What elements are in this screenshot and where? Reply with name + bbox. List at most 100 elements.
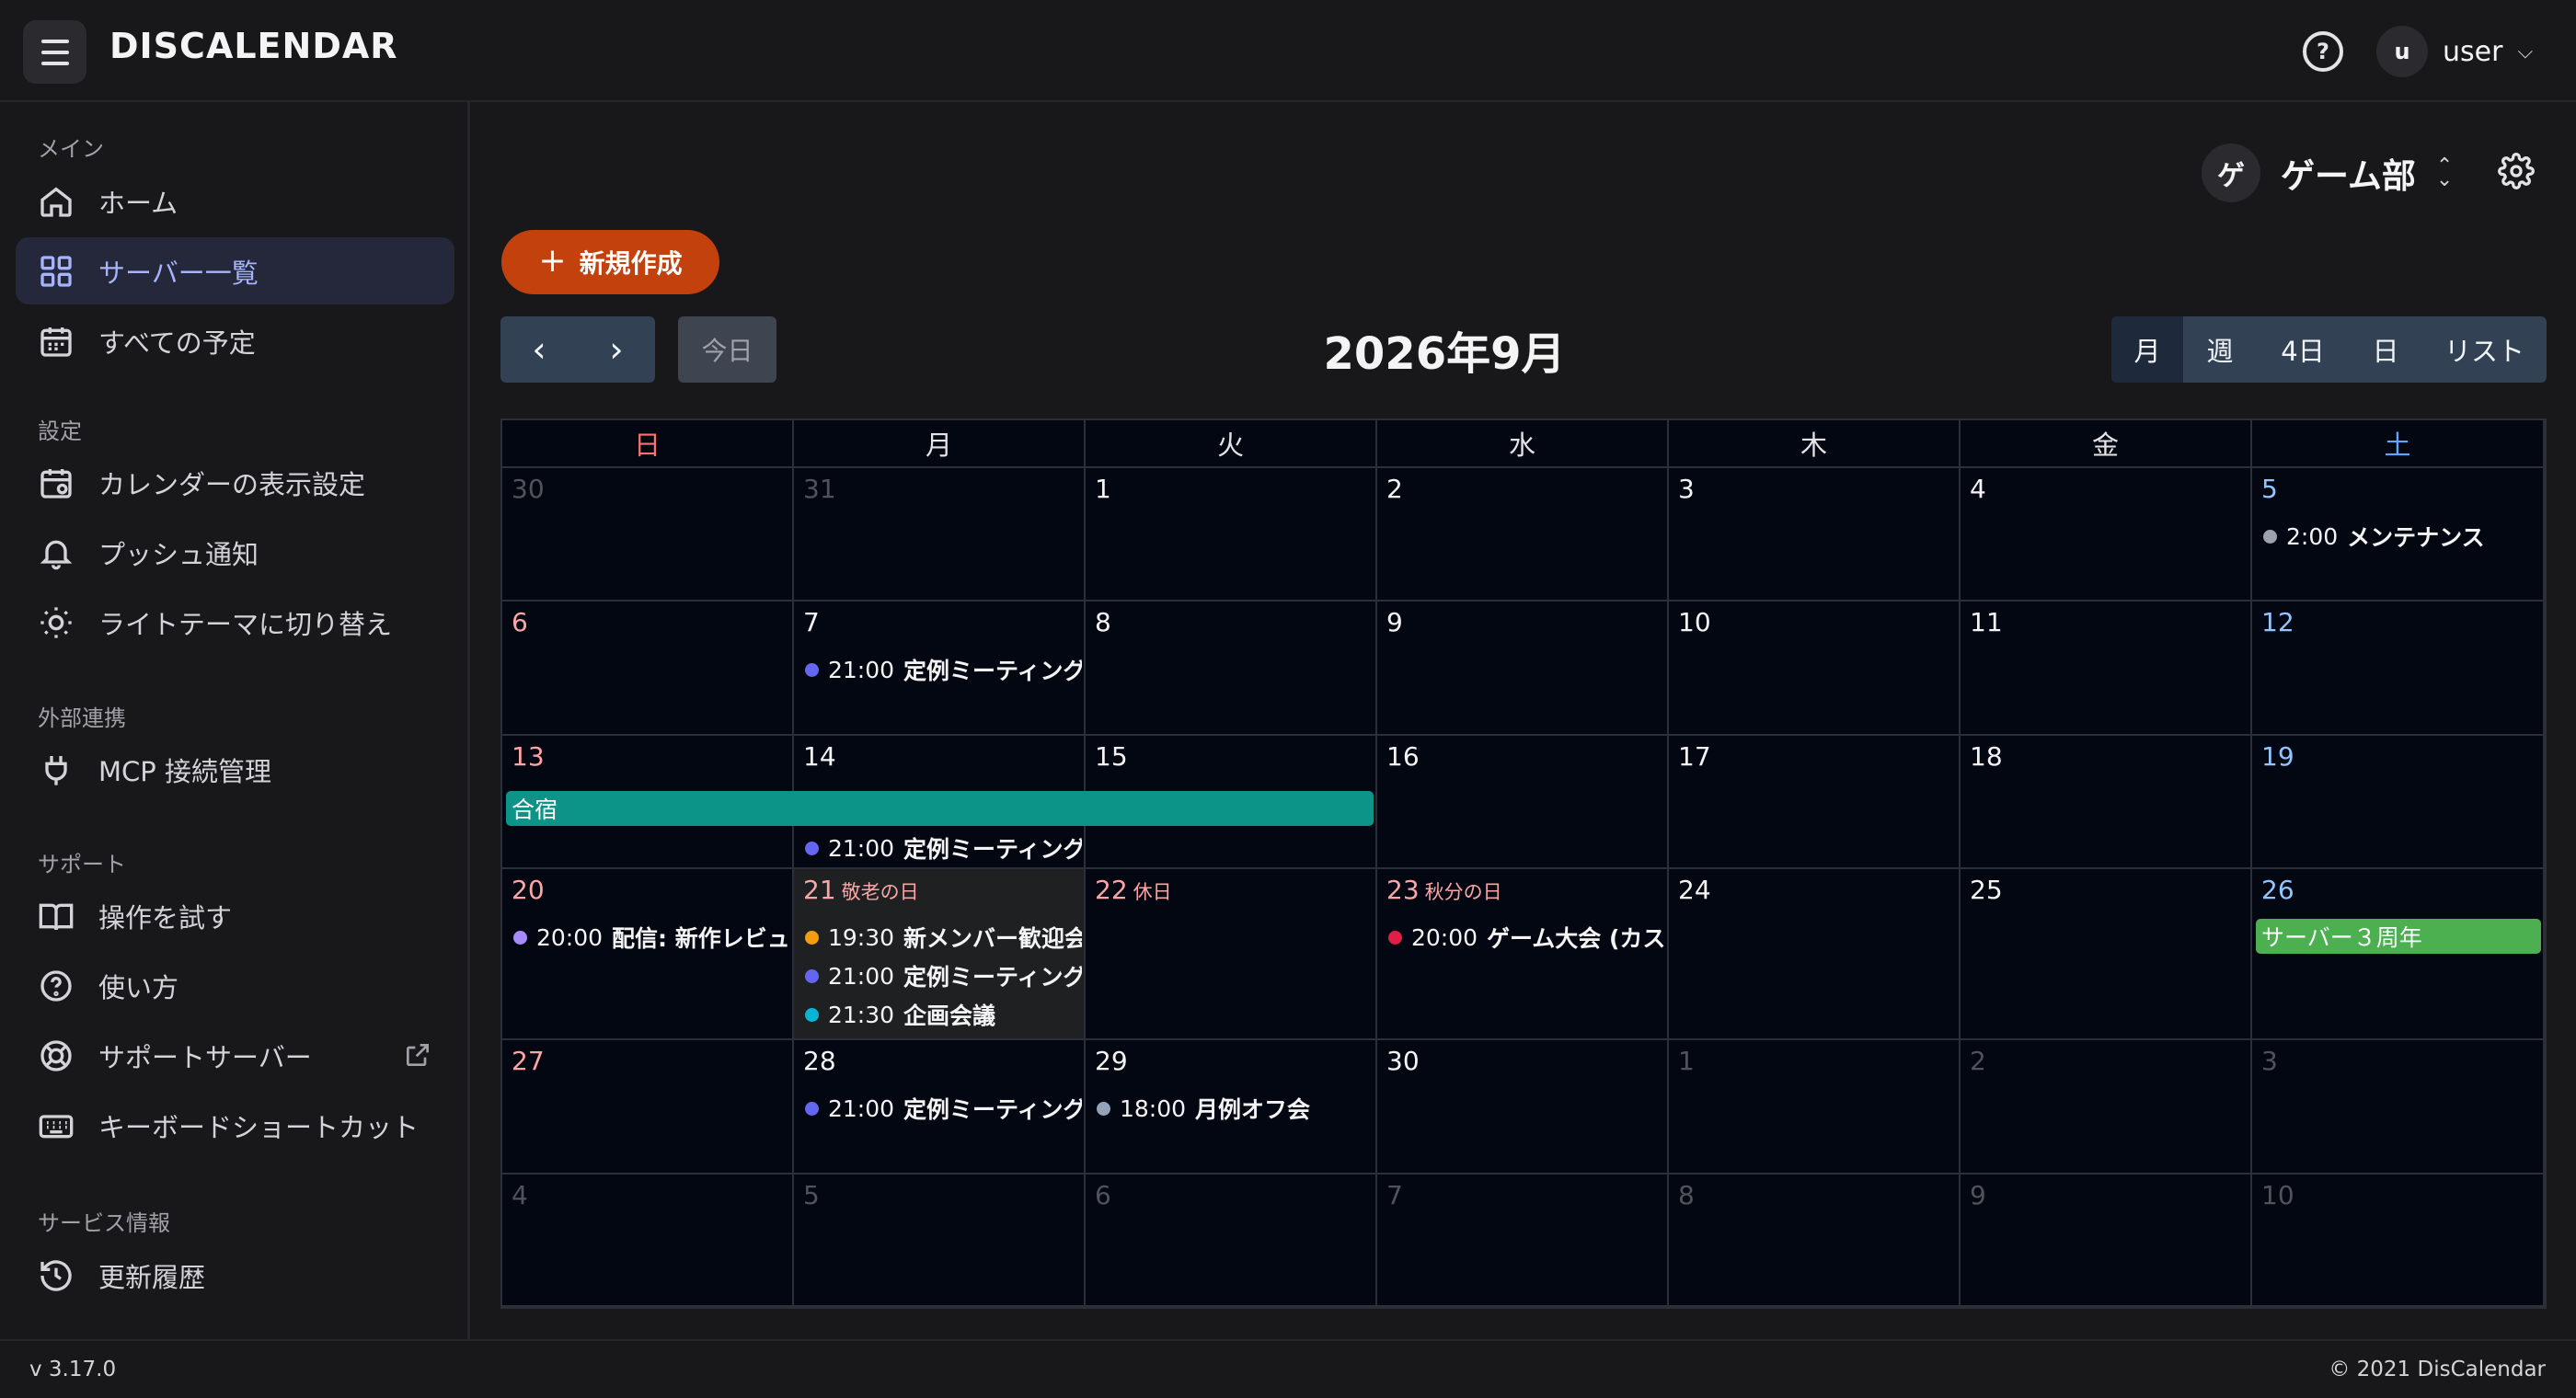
view-option[interactable]: 月	[2111, 316, 2183, 383]
day-cell[interactable]: 23 秋分の日	[1377, 869, 1669, 1040]
sidebar-item-label: すべての予定	[98, 327, 256, 359]
day-number: 2	[1386, 474, 1403, 504]
copyright: © 2021 DisCalendar	[2329, 1358, 2546, 1381]
event-title: 企画会議	[903, 1003, 996, 1029]
sidebar-item[interactable]: プッシュ通知	[16, 519, 454, 586]
day-cell[interactable]: 8	[1086, 602, 1377, 736]
sidebar-item-label: キーボードショートカット	[98, 1111, 420, 1143]
event-color-dot	[805, 968, 819, 983]
day-cell[interactable]: 3	[2252, 1040, 2545, 1175]
calendar-event[interactable]: 21:00 定例ミーティング	[805, 831, 1082, 865]
keyboard-icon	[38, 1107, 75, 1144]
day-cell[interactable]: 19	[2252, 736, 2545, 869]
day-cell[interactable]: 30	[1377, 1040, 1669, 1175]
weekday-header: 月	[794, 420, 1086, 468]
calendar-event[interactable]: 21:30 企画会議	[805, 998, 1082, 1031]
day-cell[interactable]: 9	[1961, 1175, 2252, 1307]
day-cell[interactable]: 2	[1377, 468, 1669, 602]
day-cell[interactable]: 7	[1377, 1175, 1669, 1307]
view-switcher: 月週 4日日リスト	[2111, 316, 2547, 383]
sidebar-item[interactable]: すべての予定	[16, 307, 454, 374]
day-cell[interactable]: 27	[502, 1040, 794, 1175]
day-cell[interactable]: 4	[1961, 468, 2252, 602]
sidebar-item[interactable]: ライトテーマに切り替え	[16, 589, 454, 656]
help-icon[interactable]: ?	[2303, 31, 2343, 72]
calendar-icon	[38, 323, 75, 360]
day-number: 28	[803, 1046, 836, 1076]
user-menu-button[interactable]: u user ⌵	[2376, 26, 2533, 77]
day-cell[interactable]: 5	[794, 1175, 1086, 1307]
sidebar-item-label: 操作を試す	[98, 901, 233, 934]
sidebar-item[interactable]: カレンダーの表示設定	[16, 449, 454, 516]
calendar-event[interactable]: 21:00 定例ミーティング	[805, 959, 1082, 992]
sidebar-item[interactable]: キーボードショートカット	[16, 1092, 454, 1159]
sidebar-item-label: サーバー一覧	[98, 257, 259, 289]
event-time: 21:00	[828, 1094, 895, 1122]
new-event-button[interactable]: + 新規作成	[501, 230, 719, 294]
day-cell[interactable]: 6	[502, 602, 794, 736]
day-cell[interactable]: 10	[1669, 602, 1961, 736]
allday-event[interactable]: 合宿	[506, 791, 1374, 826]
calendar-event[interactable]: 18:00 月例オフ会	[1097, 1092, 1374, 1125]
day-cell[interactable]: 4	[502, 1175, 794, 1307]
sidebar-item[interactable]: 使い方	[16, 952, 454, 1019]
sidebar-item[interactable]: ホーム	[16, 167, 454, 235]
next-month-button[interactable]: ›	[578, 316, 655, 383]
day-cell[interactable]: 31	[794, 468, 1086, 602]
day-cell[interactable]: 1	[1086, 468, 1377, 602]
server-switcher[interactable]: ゲ ゲーム部 ⌃ ⌄	[2202, 143, 2453, 202]
app-logo[interactable]: DISCALENDAR	[109, 26, 398, 66]
allday-event[interactable]: サーバー３周年	[2256, 919, 2541, 954]
day-cell[interactable]: 1	[1669, 1040, 1961, 1175]
prev-month-button[interactable]: ‹	[500, 316, 578, 383]
day-cell[interactable]: 6	[1086, 1175, 1377, 1307]
day-cell[interactable]: 25	[1961, 869, 2252, 1040]
calendar-event[interactable]: 20:00 ゲーム大会 (カスタム)	[1388, 921, 1665, 954]
server-settings-icon[interactable]	[2498, 153, 2535, 189]
sidebar-item[interactable]: サーバー一覧	[16, 237, 454, 304]
view-option[interactable]: 週	[2183, 316, 2257, 383]
day-cell[interactable]: 9	[1377, 602, 1669, 736]
day-number: 4	[1970, 474, 1986, 504]
sidebar-item[interactable]: MCP 接続管理	[16, 736, 454, 803]
day-cell[interactable]: 22 休日	[1086, 869, 1377, 1040]
calendar-event[interactable]: 2:00 メンテナンス	[2263, 520, 2541, 553]
day-cell[interactable]: 2	[1961, 1040, 2252, 1175]
event-time: 18:00	[1120, 1094, 1187, 1122]
new-event-label: 新規作成	[579, 248, 683, 279]
sidebar-item-label: 使い方	[98, 971, 179, 1003]
day-cell[interactable]: 10	[2252, 1175, 2545, 1307]
sidebar-item[interactable]: 更新履歴	[16, 1242, 454, 1309]
menu-toggle-button[interactable]	[23, 20, 86, 84]
day-cell[interactable]: 11	[1961, 602, 2252, 736]
event-color-dot	[805, 841, 819, 855]
view-option[interactable]: 4日	[2257, 316, 2349, 383]
calendar-event[interactable]: 19:30 新メンバー歓迎会	[805, 921, 1082, 954]
day-cell[interactable]: 18	[1961, 736, 2252, 869]
calendar-event[interactable]: 21:00 定例ミーティング	[805, 653, 1082, 686]
day-cell[interactable]: 8	[1669, 1175, 1961, 1307]
day-number: 2	[1970, 1046, 1986, 1076]
hamburger-icon	[40, 39, 69, 43]
day-cell[interactable]: 17	[1669, 736, 1961, 869]
today-button[interactable]: 今日	[678, 316, 776, 383]
sidebar-item-label: 更新履歴	[98, 1261, 206, 1293]
sidebar-item[interactable]: サポートサーバー	[16, 1022, 454, 1089]
day-cell[interactable]: 20	[502, 869, 794, 1040]
day-cell[interactable]: 12	[2252, 602, 2545, 736]
day-cell[interactable]: 30	[502, 468, 794, 602]
calendar-event[interactable]: 20:00 配信: 新作レビュー	[513, 921, 790, 954]
day-cell[interactable]: 26	[2252, 869, 2545, 1040]
day-cell[interactable]: 16	[1377, 736, 1669, 869]
day-number: 8	[1095, 607, 1111, 637]
sidebar-section-title: 設定	[38, 418, 82, 444]
day-cell[interactable]: 24	[1669, 869, 1961, 1040]
view-option[interactable]: リスト	[2422, 316, 2547, 383]
sidebar-item-label: プッシュ通知	[98, 538, 259, 570]
sidebar-item[interactable]: 操作を試す	[16, 882, 454, 949]
calendar-event[interactable]: 21:00 定例ミーティング	[805, 1092, 1082, 1125]
day-cell[interactable]: 3	[1669, 468, 1961, 602]
view-option[interactable]: 日	[2349, 316, 2422, 383]
event-color-dot	[1388, 930, 1402, 945]
day-number: 19	[2261, 741, 2294, 772]
